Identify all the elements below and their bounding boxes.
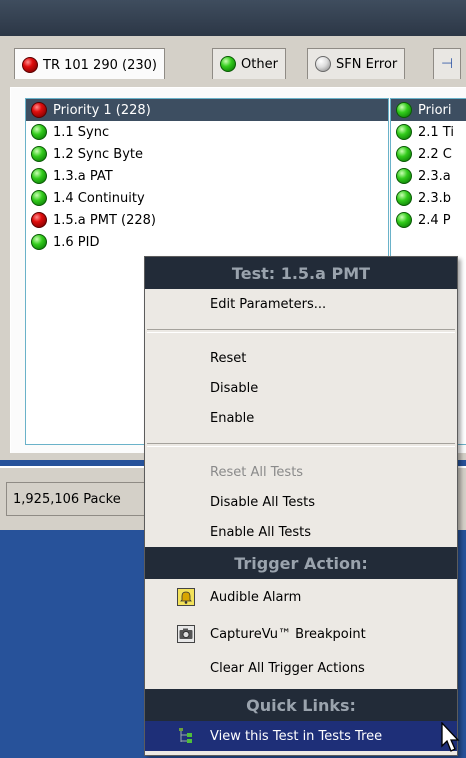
quick-links-header: Quick Links: bbox=[145, 689, 457, 721]
disable-item[interactable]: Disable bbox=[145, 373, 457, 403]
list-item-label: 2.3.a bbox=[418, 168, 451, 184]
list-item[interactable]: 2.2 C bbox=[391, 143, 466, 165]
menu-title: Test: 1.5.a PMT bbox=[145, 257, 457, 289]
list-item-label: 2.1 Ti bbox=[418, 124, 454, 140]
pin-icon: ⊣ bbox=[441, 56, 454, 72]
status-red-icon bbox=[22, 57, 38, 73]
clear-trigger-actions-item[interactable]: Clear All Trigger Actions bbox=[145, 653, 457, 683]
tab-label: TR 101 290 (230) bbox=[43, 57, 157, 73]
list-item-label: 1.6 PID bbox=[53, 234, 100, 250]
status-green-icon bbox=[396, 124, 412, 140]
reset-item[interactable]: Reset bbox=[145, 343, 457, 373]
capturevu-breakpoint-item[interactable]: CaptureVu™ Breakpoint bbox=[145, 615, 457, 653]
list-item[interactable]: 2.3.b bbox=[391, 187, 466, 209]
packet-count: 1,925,106 Packe bbox=[6, 482, 156, 516]
enable-item[interactable]: Enable bbox=[145, 403, 457, 433]
status-green-icon bbox=[31, 190, 47, 206]
status-green-icon bbox=[396, 146, 412, 162]
window-titlebar bbox=[0, 0, 466, 36]
status-red-icon bbox=[31, 102, 47, 118]
trigger-action-header: Trigger Action: bbox=[145, 547, 457, 579]
list-item[interactable]: 2.3.a bbox=[391, 165, 466, 187]
list-header-label: Priori bbox=[418, 102, 452, 118]
mouse-cursor-icon bbox=[441, 722, 460, 752]
view-in-tests-tree-item[interactable]: View this Test in Tests Tree bbox=[145, 721, 457, 751]
view-in-tests-tree-label: View this Test in Tests Tree bbox=[210, 728, 383, 744]
status-green-icon bbox=[31, 168, 47, 184]
status-green-icon bbox=[396, 190, 412, 206]
tab-strip: TR 101 290 (230) Other SFN Error ⊣ bbox=[14, 48, 466, 79]
context-menu: Test: 1.5.a PMT Edit Parameters... Reset… bbox=[144, 256, 458, 756]
list-item-label: 1.3.a PAT bbox=[53, 168, 113, 184]
menu-separator bbox=[147, 443, 455, 447]
status-green-icon bbox=[31, 124, 47, 140]
status-green-icon bbox=[31, 146, 47, 162]
list-item[interactable]: 1.3.a PAT bbox=[26, 165, 388, 187]
list-item-label: 1.1 Sync bbox=[53, 124, 110, 140]
tree-link-icon bbox=[179, 728, 192, 743]
status-red-icon bbox=[31, 212, 47, 228]
tab-pinned[interactable]: ⊣ bbox=[433, 48, 462, 79]
list-item-label: 1.2 Sync Byte bbox=[53, 146, 143, 162]
list-header[interactable]: Priori bbox=[391, 99, 466, 121]
list-item[interactable]: 2.4 P bbox=[391, 209, 466, 231]
status-green-icon bbox=[31, 234, 47, 250]
list-item-label: 2.2 C bbox=[418, 146, 452, 162]
list-item-label: 2.3.b bbox=[418, 190, 452, 206]
list-header-label: Priority 1 (228) bbox=[53, 102, 151, 118]
list-item[interactable]: 1.2 Sync Byte bbox=[26, 143, 388, 165]
camera-icon bbox=[177, 625, 195, 643]
capturevu-label: CaptureVu™ Breakpoint bbox=[210, 626, 366, 642]
audible-alarm-item[interactable]: Audible Alarm bbox=[145, 579, 457, 615]
list-item[interactable]: 1.5.a PMT (228) bbox=[26, 209, 388, 231]
edit-parameters-item[interactable]: Edit Parameters... bbox=[145, 289, 457, 319]
list-header[interactable]: Priority 1 (228) bbox=[26, 99, 388, 121]
tab-label: Other bbox=[241, 56, 278, 72]
status-green-icon bbox=[396, 102, 412, 118]
list-item-label: 1.5.a PMT (228) bbox=[53, 212, 156, 228]
audible-alarm-label: Audible Alarm bbox=[210, 589, 302, 605]
bell-icon bbox=[177, 588, 195, 606]
tab-tr-101-290[interactable]: TR 101 290 (230) bbox=[14, 48, 165, 79]
status-gray-icon bbox=[315, 56, 331, 72]
list-item[interactable]: 1.6 PID bbox=[26, 231, 388, 253]
menu-separator bbox=[147, 329, 455, 333]
status-green-icon bbox=[220, 56, 236, 72]
disable-all-tests-item[interactable]: Disable All Tests bbox=[145, 487, 457, 517]
status-green-icon bbox=[396, 168, 412, 184]
list-item[interactable]: 1.4 Continuity bbox=[26, 187, 388, 209]
reset-all-tests-item[interactable]: Reset All Tests bbox=[145, 457, 457, 487]
list-item[interactable]: 1.1 Sync bbox=[26, 121, 388, 143]
list-item-label: 2.4 P bbox=[418, 212, 451, 228]
tab-other[interactable]: Other bbox=[212, 48, 286, 79]
enable-all-tests-item[interactable]: Enable All Tests bbox=[145, 517, 457, 547]
tab-label: SFN Error bbox=[336, 56, 398, 72]
tab-sfn-error[interactable]: SFN Error bbox=[307, 48, 406, 79]
list-item[interactable]: 2.1 Ti bbox=[391, 121, 466, 143]
status-green-icon bbox=[396, 212, 412, 228]
list-item-label: 1.4 Continuity bbox=[53, 190, 145, 206]
